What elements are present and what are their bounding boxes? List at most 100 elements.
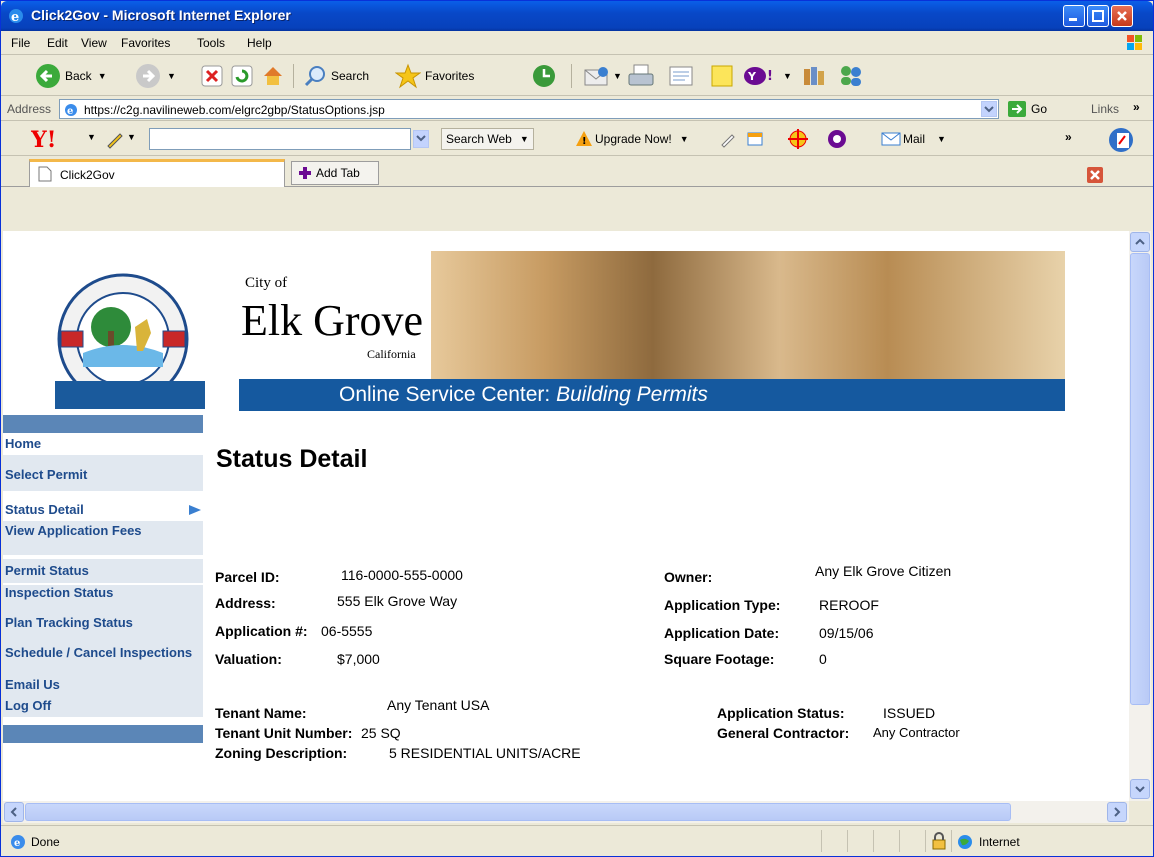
horizontal-scroll-thumb[interactable] xyxy=(25,803,1011,821)
current-page-arrow-icon xyxy=(189,505,201,515)
menu-view[interactable]: View xyxy=(81,36,107,50)
svg-text:e: e xyxy=(14,838,20,849)
sticky-note-icon xyxy=(711,65,733,87)
add-tab-button[interactable]: Add Tab xyxy=(291,161,379,185)
parcel-id-value: 116-0000-555-0000 xyxy=(341,567,463,583)
nav-plan-tracking-status[interactable]: Plan Tracking Status xyxy=(3,615,203,645)
title-bar: e Click2Gov - Microsoft Internet Explore… xyxy=(1,1,1153,31)
close-tab-button[interactable] xyxy=(1087,167,1103,183)
nav-log-off[interactable]: Log Off xyxy=(3,695,203,717)
menu-edit[interactable]: Edit xyxy=(47,36,68,50)
yahoo-toolbar: Y! ▼ ▼ Search Web ▼ ! Upgrade Now! ▼ Mail ▼ … xyxy=(1,122,1153,156)
toolbar-chevron-icon[interactable]: » xyxy=(1133,100,1140,114)
vertical-scroll-thumb[interactable] xyxy=(1130,253,1150,705)
nav-view-application-fees[interactable]: View Application Fees xyxy=(3,521,203,555)
minimize-button[interactable] xyxy=(1063,5,1085,27)
yahoo-logo-icon[interactable]: Y! xyxy=(31,127,71,151)
general-contractor-value: Any Contractor xyxy=(873,725,960,740)
chevron-down-icon xyxy=(984,106,994,113)
refresh-button[interactable] xyxy=(231,62,253,90)
lock-icon[interactable] xyxy=(931,832,947,850)
upgrade-now-button[interactable]: ! Upgrade Now! ▼ xyxy=(575,128,689,150)
application-date-label: Application Date: xyxy=(664,625,780,641)
yahoo-messenger-button[interactable]: Y! ▼ xyxy=(743,62,792,90)
launch-cast-icon[interactable] xyxy=(827,129,847,149)
yahoo-mail-button[interactable]: Mail ▼ xyxy=(881,128,946,150)
nav-inspection-status[interactable]: Inspection Status xyxy=(3,585,203,615)
research-button[interactable] xyxy=(801,62,827,90)
tab-click2gov[interactable]: Click2Gov xyxy=(29,159,285,187)
nav-status-detail[interactable]: Status Detail xyxy=(3,501,203,519)
home-button[interactable] xyxy=(261,62,285,90)
messenger-button[interactable] xyxy=(837,62,865,90)
links-button[interactable]: Links xyxy=(1091,102,1119,116)
security-zone-text: Internet xyxy=(979,835,1020,849)
forward-arrow-icon xyxy=(136,64,160,88)
menu-file[interactable]: File xyxy=(11,36,30,50)
nav-email-us[interactable]: Email Us xyxy=(3,675,203,695)
edit-button[interactable] xyxy=(667,62,695,90)
close-icon xyxy=(1090,170,1100,180)
square-footage-value: 0 xyxy=(819,651,827,667)
search-web-button[interactable]: Search Web ▼ xyxy=(441,128,534,150)
vertical-scrollbar[interactable] xyxy=(1129,231,1151,801)
windows-logo-icon xyxy=(1127,35,1142,50)
menu-favorites[interactable]: Favorites xyxy=(121,36,170,50)
browser-window: e Click2Gov - Microsoft Internet Explore… xyxy=(0,0,1154,857)
stop-icon xyxy=(201,65,223,87)
scroll-left-button[interactable] xyxy=(4,802,24,822)
home-icon xyxy=(264,67,282,85)
status-text: Done xyxy=(31,835,60,849)
scroll-up-button[interactable] xyxy=(1130,232,1150,252)
maximize-button[interactable] xyxy=(1087,5,1109,27)
close-window-button[interactable] xyxy=(1111,5,1133,27)
menu-bar: File Edit View Favorites Tools Help xyxy=(1,31,1153,55)
scroll-right-button[interactable] xyxy=(1107,802,1127,822)
more-chevron-icon[interactable]: » xyxy=(1065,130,1072,144)
favorites-star-icon xyxy=(395,63,421,89)
address-input[interactable]: e https://c2g.navilineweb.com/elgrc2gbp/… xyxy=(59,99,999,119)
nav-select-permit[interactable]: Select Permit xyxy=(3,455,203,491)
parcel-id-label: Parcel ID: xyxy=(215,569,280,585)
svg-text:!: ! xyxy=(767,69,773,84)
nav-schedule-cancel-inspections[interactable]: Schedule / Cancel Inspections xyxy=(3,645,203,675)
history-button[interactable] xyxy=(531,62,557,90)
service-center-strip: Online Service Center: Building Permits xyxy=(239,379,1065,411)
general-contractor-label: General Contractor: xyxy=(717,725,850,741)
yahoo-search-dropdown[interactable] xyxy=(413,130,429,148)
menu-tools[interactable]: Tools xyxy=(197,36,225,50)
highlighter-icon[interactable] xyxy=(719,130,737,148)
nav-permit-status[interactable]: Permit Status xyxy=(3,559,203,583)
print-button[interactable] xyxy=(627,62,655,90)
adobe-pdf-icon[interactable] xyxy=(1107,126,1135,154)
menu-help[interactable]: Help xyxy=(247,36,272,50)
mail-button[interactable]: ▼ xyxy=(583,62,622,90)
status-bar: e Done Internet xyxy=(1,825,1153,856)
scroll-down-button[interactable] xyxy=(1130,779,1150,799)
edit-page-icon xyxy=(669,66,693,86)
address-dropdown-button[interactable] xyxy=(981,101,997,117)
go-button[interactable]: Go xyxy=(1007,99,1047,119)
favorites-button[interactable]: Favorites xyxy=(395,62,474,90)
antispy-icon[interactable] xyxy=(787,128,815,150)
header-banner: City of Elk Grove California Online Serv… xyxy=(239,251,1065,411)
search-button[interactable]: Search xyxy=(303,62,369,90)
note-button[interactable] xyxy=(709,62,735,90)
chevron-left-icon xyxy=(10,807,17,817)
page-content: City of Elk Grove California Online Serv… xyxy=(3,231,1129,801)
forward-button[interactable]: ▼ xyxy=(135,62,176,90)
printer-icon xyxy=(628,64,654,86)
yahoo-search-input[interactable] xyxy=(149,128,411,150)
stop-button[interactable] xyxy=(201,62,223,90)
tenant-unit-label: Tenant Unit Number: xyxy=(215,725,353,741)
popup-blocker-icon[interactable] xyxy=(747,130,773,148)
nav-home[interactable]: Home xyxy=(3,433,203,455)
back-button[interactable]: Back ▼ xyxy=(35,62,107,90)
back-arrow-icon xyxy=(36,64,60,88)
yahoo-messenger-icon: Y! xyxy=(744,67,773,85)
valuation-label: Valuation: xyxy=(215,651,282,667)
pencil-icon[interactable] xyxy=(105,129,125,149)
horizontal-scrollbar[interactable] xyxy=(3,801,1129,823)
application-number-label: Application #: xyxy=(215,623,308,639)
address-value: 555 Elk Grove Way xyxy=(337,593,458,609)
